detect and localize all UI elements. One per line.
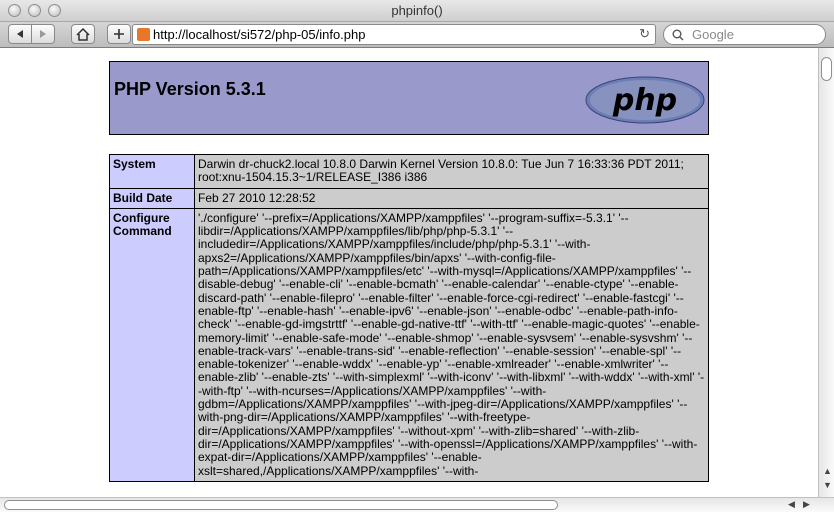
table-row: System Darwin dr-chuck2.local 10.8.0 Dar…: [109, 154, 709, 189]
plus-icon: [114, 29, 124, 39]
table-row: Build Date Feb 27 2010 12:28:52: [109, 187, 709, 209]
site-favicon-icon: [137, 28, 150, 41]
row-value: Darwin dr-chuck2.local 10.8.0 Darwin Ker…: [194, 154, 709, 189]
forward-arrow-icon: [40, 30, 46, 38]
back-button[interactable]: [8, 24, 32, 44]
back-arrow-icon: [17, 30, 23, 38]
scroll-right-icon[interactable]: ▶: [803, 499, 810, 510]
scroll-up-icon[interactable]: ▲: [823, 466, 832, 476]
window-title: phpinfo(): [391, 3, 443, 18]
window-titlebar: phpinfo(): [0, 0, 834, 22]
home-button[interactable]: [71, 24, 95, 44]
horizontal-scrollbar[interactable]: ◀ ▶: [0, 497, 834, 512]
address-bar[interactable]: http://localhost/si572/php-05/info.php ↻: [132, 24, 656, 45]
row-value: './configure' '--prefix=/Applications/XA…: [194, 207, 709, 482]
row-label: System: [109, 154, 195, 189]
home-icon: [76, 27, 90, 41]
row-label: Build Date: [109, 187, 195, 209]
table-row: Configure Command './configure' '--prefi…: [109, 207, 709, 482]
search-field[interactable]: Google: [663, 24, 826, 45]
url-text: http://localhost/si572/php-05/info.php: [153, 27, 366, 42]
php-logo-text: php: [612, 83, 677, 118]
browser-toolbar: http://localhost/si572/php-05/info.php ↻…: [0, 22, 834, 48]
php-logo-icon: php: [585, 76, 705, 124]
forward-button[interactable]: [31, 24, 55, 44]
add-bookmark-button[interactable]: [107, 24, 131, 44]
vertical-scroll-thumb[interactable]: [821, 57, 832, 81]
search-icon: [672, 29, 684, 41]
horizontal-scroll-thumb[interactable]: [4, 500, 558, 510]
scroll-left-icon[interactable]: ◀: [788, 499, 795, 510]
search-placeholder: Google: [692, 27, 734, 42]
php-version-header: PHP Version 5.3.1 php: [109, 61, 709, 135]
info-table: System Darwin dr-chuck2.local 10.8.0 Dar…: [109, 154, 709, 482]
page-content: PHP Version 5.3.1 php System Darwin dr-c…: [0, 48, 818, 497]
page-title: PHP Version 5.3.1: [114, 79, 266, 99]
row-value: Feb 27 2010 12:28:52: [194, 187, 709, 209]
scroll-down-icon[interactable]: ▼: [823, 480, 832, 490]
vertical-scrollbar[interactable]: ▲ ▼: [818, 48, 834, 497]
row-label: Configure Command: [109, 207, 195, 482]
reload-icon[interactable]: ↻: [639, 26, 650, 42]
